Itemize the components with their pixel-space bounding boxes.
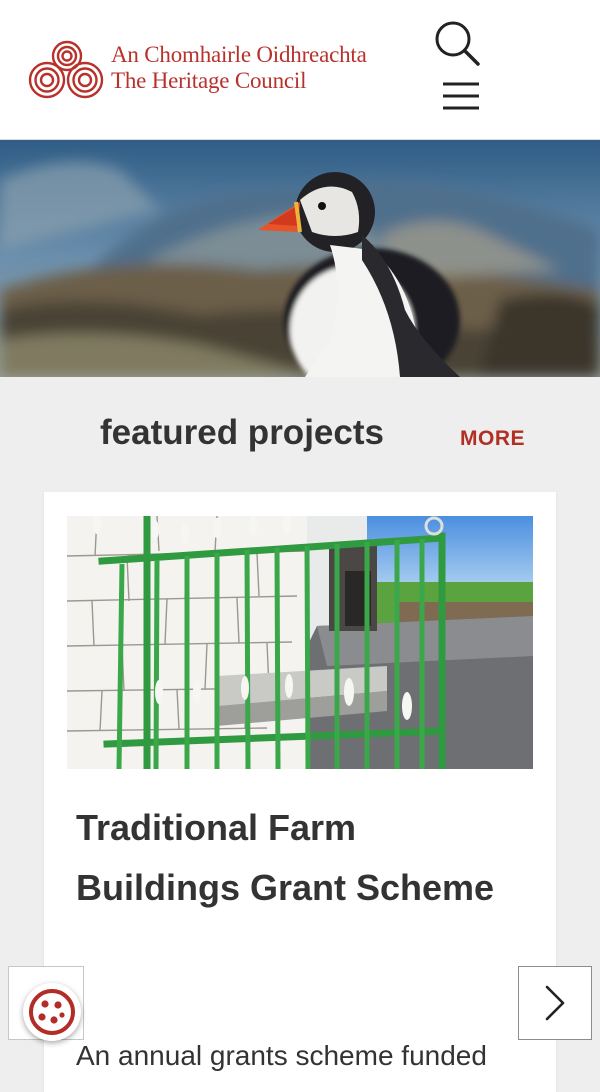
logo-text[interactable]: An Chomhairle Oidhreachta The Heritage C… xyxy=(111,42,367,94)
heritage-council-logo[interactable] xyxy=(28,38,106,102)
featured-projects-heading: featured projects xyxy=(100,413,384,452)
green-gate-photo xyxy=(67,516,533,769)
more-link[interactable]: MORE xyxy=(460,427,525,451)
menu-button[interactable] xyxy=(440,78,482,114)
project-image xyxy=(67,516,533,769)
cookie-settings-button[interactable] xyxy=(8,966,84,1041)
cookie-icon xyxy=(29,989,75,1035)
search-button[interactable] xyxy=(432,18,482,68)
chevron-right-icon xyxy=(545,985,565,1021)
project-title[interactable]: Traditional Farm Buildings Grant Scheme xyxy=(76,798,516,918)
logo-irish-name: An Chomhairle Oidhreachta xyxy=(111,42,367,67)
hamburger-menu-icon xyxy=(443,82,479,110)
triple-spiral-icon xyxy=(28,40,104,99)
hero-image xyxy=(0,140,600,377)
site-header: An Chomhairle Oidhreachta The Heritage C… xyxy=(0,0,600,140)
puffin-photo xyxy=(0,140,600,377)
project-card[interactable]: Traditional Farm Buildings Grant Scheme … xyxy=(44,492,556,1092)
carousel-next-button[interactable] xyxy=(518,966,592,1040)
search-icon xyxy=(435,21,480,66)
cookie-badge xyxy=(23,983,81,1041)
logo-english-name: The Heritage Council xyxy=(111,68,307,93)
project-description: An annual grants scheme funded xyxy=(76,1040,487,1071)
